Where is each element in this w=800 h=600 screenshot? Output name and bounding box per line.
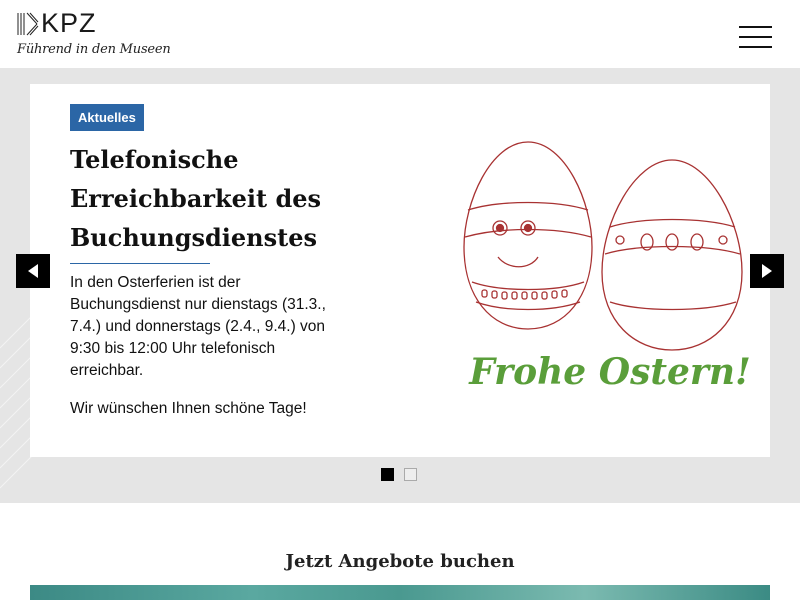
offers-heading: Jetzt Angebote buchen xyxy=(285,551,515,572)
offers-teaser-image[interactable] xyxy=(30,585,770,600)
easter-eggs-image: Frohe Ostern! xyxy=(463,141,751,392)
category-badge[interactable]: Aktuelles xyxy=(70,104,144,131)
hamburger-line xyxy=(739,36,772,38)
slide-card: Aktuelles Telefonische Erreichbarkeit de… xyxy=(30,84,770,457)
slide-paragraph: Wir wünschen Ihnen schöne Tage! xyxy=(70,400,307,417)
slider-dot-2[interactable] xyxy=(404,468,417,481)
site-header: KPZ Führend in den Museen xyxy=(0,0,800,68)
title-divider xyxy=(70,263,210,264)
easter-greeting: Frohe Ostern! xyxy=(468,351,751,392)
arrow-right-icon xyxy=(762,264,772,278)
slider-next-button[interactable] xyxy=(750,254,784,288)
slide-body: In den Osterferien ist der Buchungsdiens… xyxy=(70,272,350,436)
slide-paragraph: In den Osterferien ist der Buchungsdiens… xyxy=(70,274,326,379)
slider-pagination xyxy=(381,468,417,481)
arrow-left-icon xyxy=(28,264,38,278)
slide-title[interactable]: Telefonische Erreichbarkeit des Buchungs… xyxy=(70,140,370,257)
logo-mark-icon xyxy=(17,12,39,36)
hamburger-menu-icon[interactable] xyxy=(739,26,772,48)
slider-prev-button[interactable] xyxy=(16,254,50,288)
news-slider: Aktuelles Telefonische Erreichbarkeit de… xyxy=(0,68,800,503)
slider-dot-1[interactable] xyxy=(381,468,394,481)
logo-text: KPZ xyxy=(41,8,97,38)
hamburger-line xyxy=(739,26,772,28)
hamburger-line xyxy=(739,46,772,48)
logo-tagline: Führend in den Museen xyxy=(17,42,171,57)
